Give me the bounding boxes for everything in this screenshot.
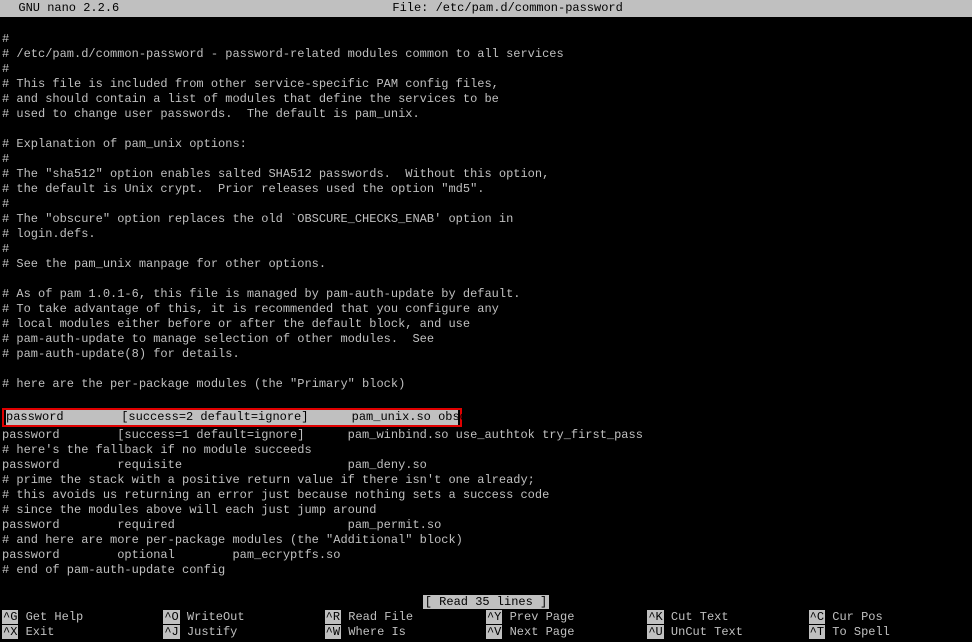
title-bar: GNU nano 2.2.6 File: /etc/pam.d/common-p… bbox=[0, 0, 972, 17]
file-line: # this avoids us returning an error just… bbox=[2, 488, 970, 503]
file-line: # prime the stack with a positive return… bbox=[2, 473, 970, 488]
file-line: # bbox=[2, 242, 970, 257]
shortcut-label: Get Help bbox=[18, 610, 83, 624]
shortcut-label: Where Is bbox=[341, 625, 406, 639]
shortcut-item: ^J Justify bbox=[163, 625, 324, 640]
shortcut-key: ^T bbox=[809, 625, 825, 639]
file-line: # used to change user passwords. The def… bbox=[2, 107, 970, 122]
shortcut-item: ^T To Spell bbox=[809, 625, 970, 640]
shortcut-item: ^V Next Page bbox=[486, 625, 647, 640]
shortcut-bar: ^G Get Help^O WriteOut^R Read File^Y Pre… bbox=[0, 610, 972, 642]
file-line: # Explanation of pam_unix options: bbox=[2, 137, 970, 152]
shortcut-key: ^R bbox=[325, 610, 341, 624]
shortcut-label: To Spell bbox=[825, 625, 890, 639]
file-line: # The "obscure" option replaces the old … bbox=[2, 212, 970, 227]
file-line: # bbox=[2, 32, 970, 47]
shortcut-key: ^X bbox=[2, 625, 18, 639]
file-line: # bbox=[2, 197, 970, 212]
shortcut-key: ^C bbox=[809, 610, 825, 624]
shortcut-item: ^O WriteOut bbox=[163, 610, 324, 625]
title-right bbox=[896, 1, 968, 16]
editor-content[interactable]: ## /etc/pam.d/common-password - password… bbox=[0, 17, 972, 593]
file-line: # since the modules above will each just… bbox=[2, 503, 970, 518]
shortcut-key: ^W bbox=[325, 625, 341, 639]
file-line: # local modules either before or after t… bbox=[2, 317, 970, 332]
shortcut-item: ^G Get Help bbox=[2, 610, 163, 625]
file-line: # bbox=[2, 152, 970, 167]
file-line: password requisite pam_deny.so bbox=[2, 458, 970, 473]
app-name: GNU nano 2.2.6 bbox=[4, 1, 119, 16]
file-line: password optional pam_ecryptfs.so bbox=[2, 548, 970, 563]
shortcut-label: Read File bbox=[341, 610, 413, 624]
shortcut-key: ^G bbox=[2, 610, 18, 624]
shortcut-item: ^R Read File bbox=[325, 610, 486, 625]
file-name: File: /etc/pam.d/common-password bbox=[119, 1, 896, 16]
shortcut-item: ^W Where Is bbox=[325, 625, 486, 640]
file-line: password [success=1 default=ignore] pam_… bbox=[2, 428, 970, 443]
shortcut-label: Cut Text bbox=[664, 610, 729, 624]
file-line bbox=[2, 272, 970, 287]
shortcut-key: ^J bbox=[163, 625, 179, 639]
file-line: # See the pam_unix manpage for other opt… bbox=[2, 257, 970, 272]
shortcut-label: Justify bbox=[180, 625, 238, 639]
file-line: # The "sha512" option enables salted SHA… bbox=[2, 167, 970, 182]
shortcut-item: ^X Exit bbox=[2, 625, 163, 640]
file-line bbox=[2, 362, 970, 377]
highlighted-line: password [success=2 default=ignore] pam_… bbox=[6, 410, 458, 425]
shortcut-label: WriteOut bbox=[180, 610, 245, 624]
status-text: [ Read 35 lines ] bbox=[423, 595, 549, 609]
file-line: # here's the fallback if no module succe… bbox=[2, 443, 970, 458]
highlighted-line-box: password [success=2 default=ignore] pam_… bbox=[2, 408, 462, 427]
shortcut-key: ^O bbox=[163, 610, 179, 624]
shortcut-label: Next Page bbox=[502, 625, 574, 639]
file-line: # and here are more per-package modules … bbox=[2, 533, 970, 548]
file-line: # bbox=[2, 62, 970, 77]
shortcut-key: ^V bbox=[486, 625, 502, 639]
shortcut-item: ^C Cur Pos bbox=[809, 610, 970, 625]
file-line: # /etc/pam.d/common-password - password-… bbox=[2, 47, 970, 62]
shortcut-key: ^Y bbox=[486, 610, 502, 624]
shortcut-item: ^Y Prev Page bbox=[486, 610, 647, 625]
file-line: # end of pam-auth-update config bbox=[2, 563, 970, 578]
shortcut-item: ^K Cut Text bbox=[647, 610, 808, 625]
shortcut-label: Exit bbox=[18, 625, 54, 639]
file-line: # pam-auth-update to manage selection of… bbox=[2, 332, 970, 347]
shortcut-label: UnCut Text bbox=[664, 625, 743, 639]
shortcut-key: ^K bbox=[647, 610, 663, 624]
file-line: # the default is Unix crypt. Prior relea… bbox=[2, 182, 970, 197]
file-line: # This file is included from other servi… bbox=[2, 77, 970, 92]
shortcut-label: Cur Pos bbox=[825, 610, 883, 624]
file-line: # here are the per-package modules (the … bbox=[2, 377, 970, 392]
file-line: # To take advantage of this, it is recom… bbox=[2, 302, 970, 317]
file-line: # login.defs. bbox=[2, 227, 970, 242]
shortcut-item: ^U UnCut Text bbox=[647, 625, 808, 640]
file-line: # pam-auth-update(8) for details. bbox=[2, 347, 970, 362]
shortcut-key: ^U bbox=[647, 625, 663, 639]
file-line: # and should contain a list of modules t… bbox=[2, 92, 970, 107]
file-line: password required pam_permit.so bbox=[2, 518, 970, 533]
status-bar: [ Read 35 lines ] bbox=[0, 595, 972, 610]
file-line: # As of pam 1.0.1-6, this file is manage… bbox=[2, 287, 970, 302]
file-line bbox=[2, 122, 970, 137]
shortcut-label: Prev Page bbox=[502, 610, 574, 624]
